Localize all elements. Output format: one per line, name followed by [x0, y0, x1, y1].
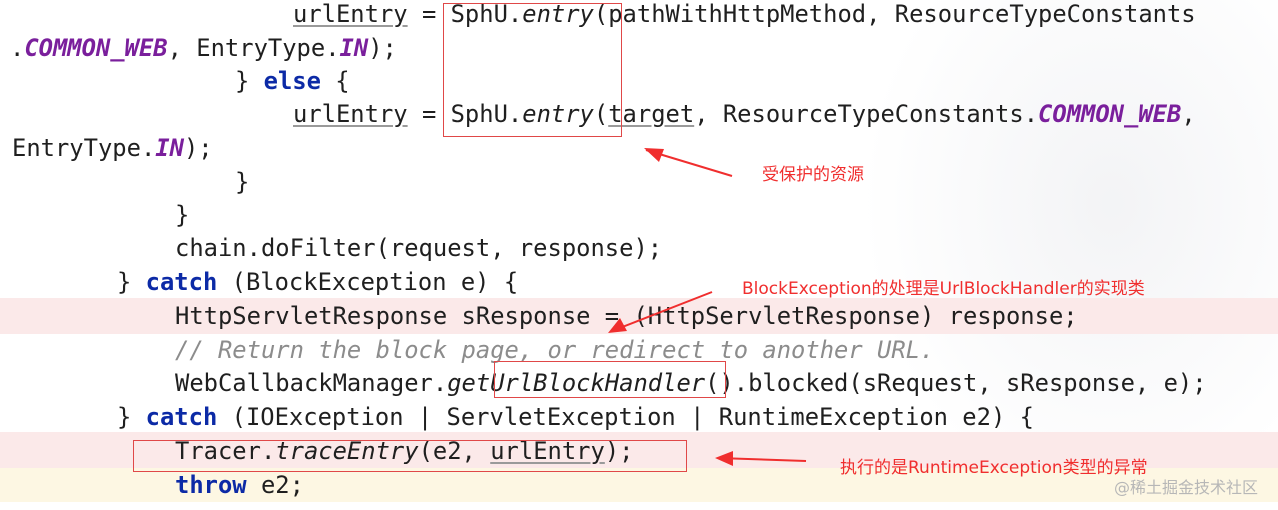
annotation-runtime-exception: 执行的是RuntimeException类型的异常 — [840, 458, 1148, 478]
arrow-line-block-handler — [611, 291, 713, 332]
site-watermark: @稀土掘金技术社区 — [1113, 478, 1258, 497]
annotation-protected-resource: 受保护的资源 — [762, 165, 864, 185]
annotation-block-handler: BlockException的处理是UrlBlockHandler的实现类 — [742, 279, 1145, 299]
arrow-head-protected — [644, 148, 664, 162]
code-screenshot: urlEntry = SphU.entry(pathWithHttpMethod… — [0, 0, 1278, 510]
annotation-arrows — [608, 148, 807, 466]
arrow-head-runtime — [715, 451, 733, 466]
